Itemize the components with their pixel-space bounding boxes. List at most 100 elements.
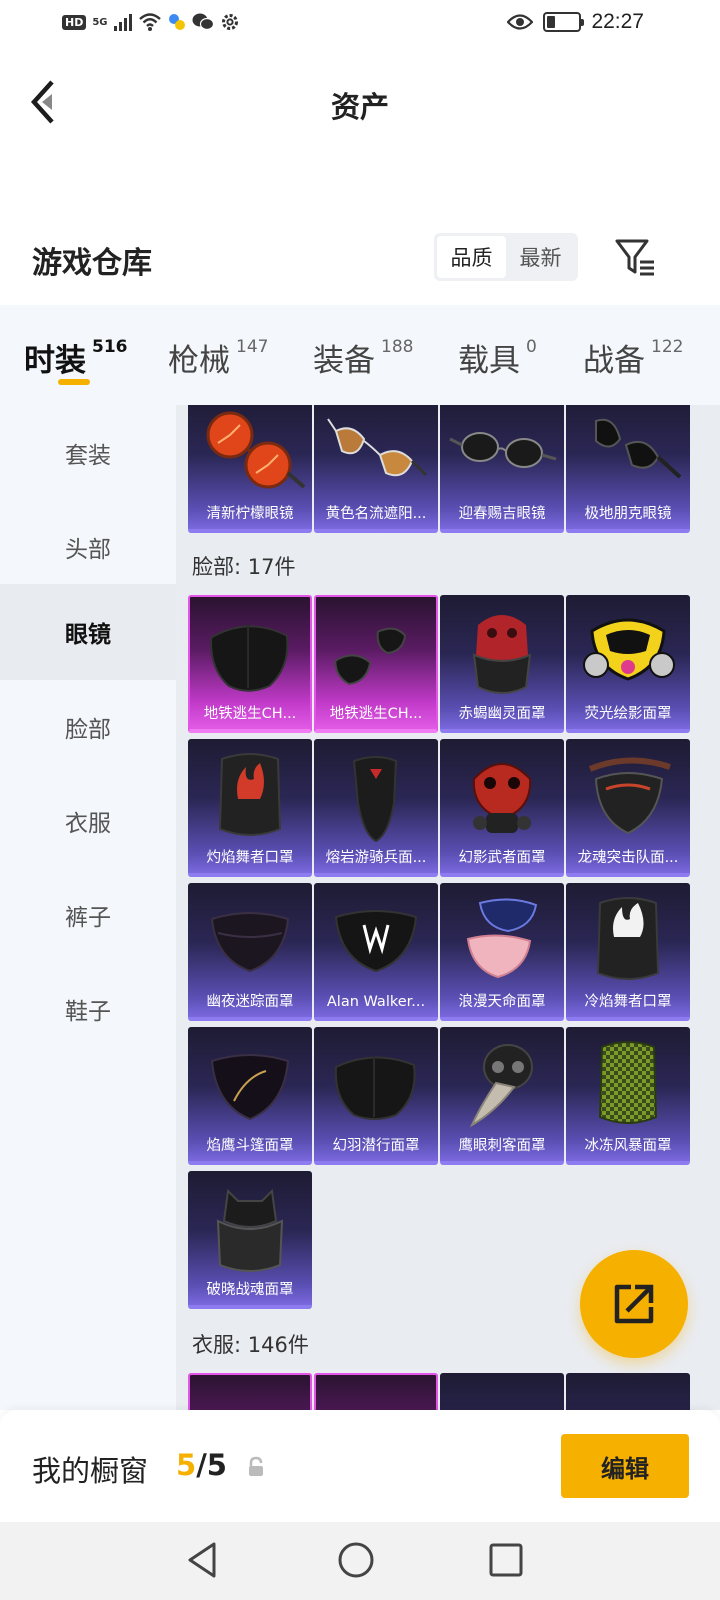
item-card[interactable]: 冷焰舞者口罩: [566, 883, 690, 1021]
showcase-count-current: 5: [176, 1448, 197, 1482]
item-name: 赤蝎幽灵面罩: [458, 706, 546, 722]
item-card[interactable]: 地铁逃生CH...: [314, 595, 438, 733]
item-card[interactable]: 迎春赐吉眼镜: [440, 405, 564, 533]
sidebar-item-outfit[interactable]: 套装: [0, 405, 176, 501]
item-name: 焰鹰斗篷面罩: [206, 1138, 294, 1154]
tab-label: 时装: [24, 343, 86, 379]
tab-label: 战备: [583, 343, 645, 379]
status-bar: HD 5G 22:27: [0, 0, 720, 48]
sort-by-newest[interactable]: 最新: [506, 236, 575, 278]
item-name: 幻影武者面罩: [458, 850, 546, 866]
item-name: 灼焰舞者口罩: [206, 850, 294, 866]
page-title: 资产: [330, 90, 389, 124]
orange-round-sunglasses-icon: [206, 411, 306, 489]
wifi-icon: [138, 13, 161, 31]
dark-cloth-mask-icon: [210, 912, 290, 973]
filter-button[interactable]: [614, 238, 658, 278]
item-card[interactable]: 地铁逃生CH...: [188, 595, 312, 733]
sidebar-item-shoes[interactable]: 鞋子: [0, 961, 176, 1057]
item-card[interactable]: 极地朋克眼镜: [566, 405, 690, 533]
item-card[interactable]: 灼焰舞者口罩: [188, 739, 312, 877]
tab-count: 0: [526, 337, 537, 357]
item-card[interactable]: 焰鹰斗篷面罩: [188, 1027, 312, 1165]
item-name: 熔岩游骑兵面...: [325, 850, 427, 866]
item-name: 龙魂突击队面...: [577, 850, 679, 866]
sidebar-item-face[interactable]: 脸部: [0, 679, 176, 775]
showcase-label: 我的橱窗: [32, 1454, 149, 1488]
nav-recents-icon[interactable]: [484, 1538, 528, 1582]
wechat-icon: [192, 13, 214, 31]
item-card[interactable]: 浪漫天命面罩: [440, 883, 564, 1021]
item-card[interactable]: 赤蝎幽灵面罩: [440, 595, 564, 733]
item-card[interactable]: [314, 1373, 438, 1410]
app-header: 资产: [0, 48, 720, 158]
item-card[interactable]: 幻羽潜行面罩: [314, 1027, 438, 1165]
item-card[interactable]: [566, 1373, 690, 1410]
item-name: 冰冻风暴面罩: [584, 1138, 672, 1154]
item-name: 地铁逃生CH...: [329, 706, 423, 722]
item-card[interactable]: 幻影武者面罩: [440, 739, 564, 877]
item-card[interactable]: 龙魂突击队面...: [566, 739, 690, 877]
tactical-half-mask-icon: [588, 757, 671, 835]
warehouse-title: 游戏仓库: [32, 246, 152, 281]
sidebar-item-clothes[interactable]: 衣服: [0, 773, 176, 869]
sidebar-item-pants[interactable]: 裤子: [0, 867, 176, 963]
edit-button[interactable]: 编辑: [561, 1434, 689, 1498]
green-check-gaiter-icon: [598, 1041, 658, 1124]
item-card[interactable]: 荧光绘影面罩: [566, 595, 690, 733]
external-link-icon: [614, 1284, 654, 1324]
item-card[interactable]: 破晓战魂面罩: [188, 1171, 312, 1309]
tab-firearms[interactable]: 枪械 147: [168, 335, 268, 380]
item-name: 地铁逃生CH...: [203, 706, 297, 722]
sidebar-item-glasses[interactable]: 眼镜: [0, 584, 176, 680]
item-name: Alan Walker...: [326, 994, 426, 1010]
item-card[interactable]: 熔岩游骑兵面...: [314, 739, 438, 877]
item-name: 鹰眼刺客面罩: [458, 1138, 546, 1154]
sort-by-quality[interactable]: 品质: [437, 236, 506, 278]
item-name: 浪漫天命面罩: [458, 994, 546, 1010]
battery-icon: [543, 12, 585, 32]
item-name: 幻羽潜行面罩: [332, 1138, 420, 1154]
sidebar-item-head[interactable]: 头部: [0, 499, 176, 595]
tab-fashion[interactable]: 时装 516: [24, 335, 128, 380]
red-samurai-mask-icon: [472, 763, 532, 833]
item-card[interactable]: 黄色名流遮阳...: [314, 405, 438, 533]
item-card[interactable]: 幽夜迷踪面罩: [188, 883, 312, 1021]
tab-supplies[interactable]: 战备 122: [583, 335, 683, 380]
item-card[interactable]: 冰冻风暴面罩: [566, 1027, 690, 1165]
tab-count: 188: [381, 337, 414, 357]
item-card[interactable]: [440, 1373, 564, 1410]
red-skull-balaclava-icon: [472, 615, 532, 694]
subcategory-sidebar: 套装 头部 眼镜 脸部 衣服 裤子 鞋子: [0, 405, 176, 1410]
app-notification-icon: [168, 14, 185, 30]
signal-icon: [113, 13, 132, 31]
item-name: 破晓战魂面罩: [206, 1282, 294, 1298]
black-face-mask-icon: [210, 623, 289, 692]
filter-funnel-icon: [615, 239, 654, 276]
item-name: 极地朋克眼镜: [584, 506, 672, 522]
item-name: 荧光绘影面罩: [584, 706, 672, 722]
item-name: 冷焰舞者口罩: [584, 994, 672, 1010]
tab-label: 装备: [313, 343, 375, 379]
item-card[interactable]: 鹰眼刺客面罩: [440, 1027, 564, 1165]
flame-neck-gaiter-icon: [218, 753, 282, 836]
nav-back-icon[interactable]: [182, 1538, 226, 1582]
pink-blue-masks-icon: [466, 898, 538, 979]
hd-indicator: HD: [62, 14, 87, 30]
item-card[interactable]: 清新柠檬眼镜: [188, 405, 312, 533]
tab-equipment[interactable]: 装备 188: [313, 335, 413, 380]
tab-vehicles[interactable]: 载具 0: [458, 335, 537, 380]
tab-count: 122: [651, 337, 684, 357]
item-name: 清新柠檬眼镜: [206, 506, 294, 522]
tab-label: 载具: [458, 343, 520, 379]
section-title-face: 脸部: 17件: [192, 555, 296, 579]
share-floating-button[interactable]: [580, 1250, 688, 1358]
item-name: 迎春赐吉眼镜: [458, 506, 546, 522]
aviator-sunglasses-icon: [327, 418, 428, 477]
item-name: 黄色名流遮阳...: [325, 506, 427, 522]
nav-home-icon[interactable]: [334, 1538, 378, 1582]
item-card[interactable]: [188, 1373, 312, 1410]
active-tab-indicator: [58, 379, 90, 385]
item-card[interactable]: Alan Walker...: [314, 883, 438, 1021]
bandana-mask-icon: [352, 756, 398, 843]
